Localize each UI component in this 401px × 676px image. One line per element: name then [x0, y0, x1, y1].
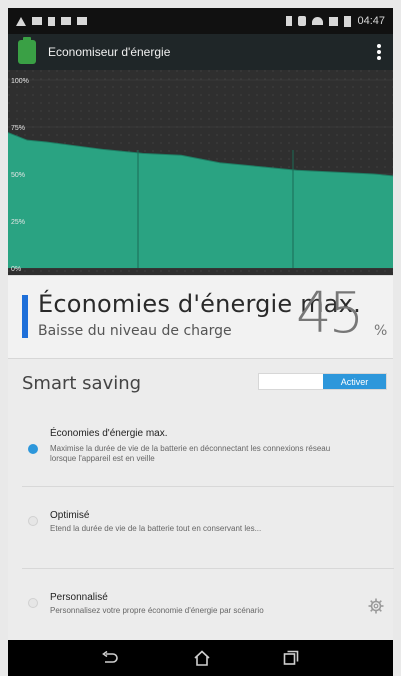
phone-screen: 04:47 Economiseur d'énergie 100% 75% 50%… — [0, 0, 401, 676]
status-left-icons — [16, 16, 87, 26]
vibrate-icon — [298, 16, 307, 26]
lock-icon — [48, 16, 55, 26]
gear-icon[interactable] — [368, 598, 384, 614]
energy-accent-bar — [22, 295, 28, 338]
radio-custom[interactable] — [28, 598, 38, 608]
overflow-menu-icon[interactable] — [377, 44, 381, 60]
battery-icon — [18, 37, 36, 64]
option-title: Personnalisé — [50, 592, 108, 603]
option-max-saving[interactable]: Économies d'énergie max. Maximise la dur… — [8, 416, 393, 486]
warning-icon — [16, 16, 26, 26]
signal-icon — [329, 16, 339, 26]
radio-optimized[interactable] — [28, 516, 38, 526]
smart-saving-row: Smart saving Activer — [8, 358, 393, 409]
energy-subtitle: Baisse du niveau de charge — [38, 323, 232, 339]
battery-icon — [344, 15, 352, 27]
smart-saving-title: Smart saving — [22, 373, 142, 394]
radio-max-saving[interactable] — [28, 444, 38, 454]
settings-icon — [77, 17, 87, 25]
app-title: Economiseur d'énergie — [48, 45, 171, 59]
smart-saving-toggle[interactable]: Activer — [258, 373, 387, 390]
energy-summary: Économies d'énergie max. Baisse du nivea… — [8, 275, 393, 359]
battery-percent-sign: % — [374, 323, 388, 339]
image-icon — [32, 17, 42, 25]
power-mode-options: Économies d'énergie max. Maximise la dur… — [8, 408, 394, 640]
battery-chart-svg: 100% 75% 50% 25% 0% — [8, 70, 393, 275]
status-bar: 04:47 — [8, 8, 393, 34]
home-button[interactable] — [184, 646, 220, 670]
option-custom[interactable]: Personnalisé Personnalisez votre propre … — [8, 576, 393, 636]
app-bar: Economiseur d'énergie — [8, 34, 393, 70]
y-tick-label: 25% — [11, 219, 25, 226]
recents-icon — [283, 650, 299, 665]
option-optimized[interactable]: Optimisé Etend la durée de vie de la bat… — [8, 494, 393, 554]
y-tick-label: 100% — [11, 78, 29, 85]
recents-button[interactable] — [273, 646, 309, 670]
divider — [22, 486, 394, 487]
y-tick-label: 75% — [11, 125, 25, 132]
option-description: Etend la durée de vie de la batterie tou… — [50, 524, 262, 533]
status-time: 04:47 — [357, 15, 385, 27]
back-icon — [102, 651, 118, 663]
option-description: Personnalisez votre propre économie d'én… — [50, 606, 264, 615]
y-tick-label: 0% — [11, 266, 21, 273]
option-title: Économies d'énergie max. — [50, 428, 168, 439]
back-button[interactable] — [92, 646, 128, 670]
navigation-bar — [8, 640, 393, 676]
option-title: Optimisé — [50, 510, 90, 521]
status-right-icons: 04:47 — [286, 15, 385, 27]
battery-chart: 100% 75% 50% 25% 0% — [8, 70, 393, 275]
home-icon — [194, 650, 210, 666]
activate-button[interactable]: Activer — [323, 374, 386, 389]
option-description: Maximise la durée de vie de la batterie … — [50, 444, 331, 463]
bluetooth-icon — [286, 16, 293, 26]
divider — [22, 568, 394, 569]
y-tick-label: 50% — [11, 172, 25, 179]
battery-percent: 45 — [296, 281, 364, 346]
wifi-icon — [312, 17, 324, 25]
message-icon — [61, 17, 71, 25]
